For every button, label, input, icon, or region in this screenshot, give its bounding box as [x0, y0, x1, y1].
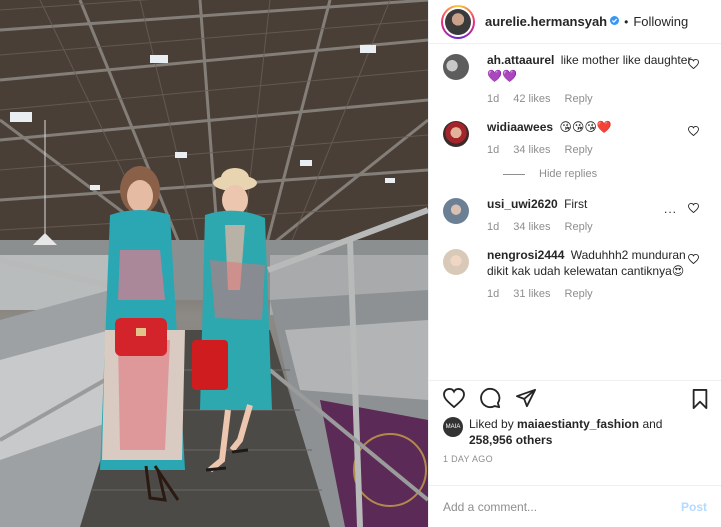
comment-age: 1d: [487, 221, 500, 233]
hide-replies-line: [503, 173, 525, 175]
comment-body: nengrosi2444 Waduhhh2 munduran dikit kak…: [487, 247, 697, 300]
comment-item: widiaawees 😘😘😘❤️ 1d 34 likes Reply: [443, 119, 707, 156]
comment-body: widiaawees 😘😘😘❤️ 1d 34 likes Reply: [487, 119, 697, 156]
comment-age: 1d: [487, 288, 500, 300]
comment-reply-button[interactable]: Reply: [565, 288, 593, 300]
comment-text-line: ah.attaaurel like mother like daughter 💜…: [487, 52, 697, 84]
hide-replies-toggle[interactable]: Hide replies: [503, 168, 707, 180]
liked-by-prefix: Liked by: [469, 417, 514, 431]
comment-like-heart-icon[interactable]: [688, 253, 699, 267]
comment-text-line: widiaawees 😘😘😘❤️: [487, 119, 697, 135]
comment-text: First: [564, 197, 588, 211]
commenter-avatar[interactable]: [443, 54, 469, 80]
author-avatar-image: [445, 8, 471, 35]
like-heart-icon[interactable]: [443, 387, 465, 408]
comment-meta: 1d 42 likes Reply: [487, 93, 697, 105]
following-button[interactable]: Following: [633, 14, 688, 29]
comment-username[interactable]: nengrosi2444: [487, 248, 564, 262]
comment-username[interactable]: usi_uwi2620: [487, 197, 558, 211]
comment-reply-button[interactable]: Reply: [565, 221, 593, 233]
comment-reply-button[interactable]: Reply: [565, 144, 593, 156]
comment-meta: 1d 31 likes Reply: [487, 288, 697, 300]
likes-summary: MAIA Liked by maiaestianty_fashion and 2…: [429, 414, 721, 448]
post-photo[interactable]: [0, 0, 428, 527]
instagram-post-view: aurelie.hermansyah • Following ah.attaau…: [0, 0, 721, 527]
comment-age: 1d: [487, 93, 500, 105]
liked-by-user[interactable]: maiaestianty_fashion: [517, 417, 639, 431]
likes-text: Liked by maiaestianty_fashion and 258,95…: [469, 416, 707, 448]
liked-others-count[interactable]: 258,956 others: [469, 433, 552, 447]
post-header: aurelie.hermansyah • Following: [429, 0, 721, 44]
save-bookmark-icon[interactable]: [691, 389, 709, 412]
comment-like-heart-icon[interactable]: [688, 202, 699, 216]
commenter-avatar[interactable]: [443, 198, 469, 224]
add-comment-input[interactable]: [443, 499, 663, 514]
comments-list[interactable]: ah.attaaurel like mother like daughter 💜…: [429, 44, 721, 380]
comment-meta: 1d 34 likes Reply: [487, 221, 697, 233]
commenter-avatar[interactable]: [443, 121, 469, 147]
liker-avatar[interactable]: MAIA: [443, 417, 463, 437]
comment-likes-count[interactable]: 34 likes: [513, 221, 550, 233]
photo-scene: [0, 0, 428, 527]
verified-badge-icon: [610, 15, 620, 28]
comment-meta: 1d 34 likes Reply: [487, 144, 697, 156]
comment-more-options-icon[interactable]: ...: [664, 202, 677, 216]
comment-likes-count[interactable]: 42 likes: [513, 93, 550, 105]
post-timestamp[interactable]: 1 DAY AGO: [429, 448, 721, 470]
comment-bubble-icon[interactable]: [479, 387, 501, 409]
comment-item: nengrosi2444 Waduhhh2 munduran dikit kak…: [443, 247, 707, 300]
comment-likes-count[interactable]: 31 likes: [513, 288, 550, 300]
comment-like-heart-icon[interactable]: [688, 58, 699, 72]
share-send-icon[interactable]: [515, 388, 537, 408]
comment-item: ah.attaaurel like mother like daughter 💜…: [443, 52, 707, 105]
comment-likes-count[interactable]: 34 likes: [513, 144, 550, 156]
comment-reply-button[interactable]: Reply: [565, 93, 593, 105]
commenter-avatar[interactable]: [443, 249, 469, 275]
post-actions-bar: [429, 380, 721, 414]
add-comment-bar: Post: [429, 485, 721, 527]
comment-text-line: nengrosi2444 Waduhhh2 munduran dikit kak…: [487, 247, 697, 279]
comment-item: usi_uwi2620 First 1d 34 likes Reply ...: [443, 196, 707, 233]
comment-body: ah.attaaurel like mother like daughter 💜…: [487, 52, 697, 105]
author-avatar-inner: [443, 6, 473, 37]
author-avatar[interactable]: [441, 4, 475, 39]
comment-username[interactable]: widiaawees: [487, 120, 553, 134]
liked-and: and: [642, 417, 663, 431]
author-username[interactable]: aurelie.hermansyah: [485, 14, 607, 29]
comment-like-heart-icon[interactable]: [688, 125, 699, 139]
hide-replies-label: Hide replies: [539, 168, 598, 180]
comment-username[interactable]: ah.attaaurel: [487, 53, 554, 67]
comment-age: 1d: [487, 144, 500, 156]
post-comment-button[interactable]: Post: [681, 500, 707, 514]
post-side-panel: aurelie.hermansyah • Following ah.attaau…: [428, 0, 721, 527]
header-separator: •: [624, 14, 629, 29]
comment-text: 😘😘😘❤️: [559, 120, 612, 134]
